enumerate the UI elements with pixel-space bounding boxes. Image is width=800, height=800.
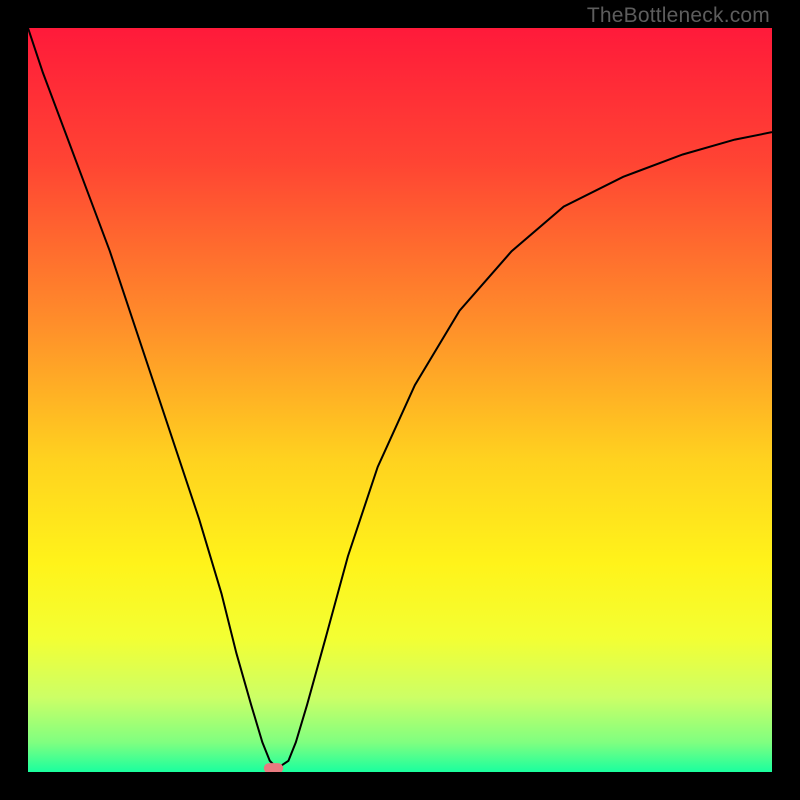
optimum-marker [264,763,283,772]
curve-layer [28,28,772,772]
chart-frame: TheBottleneck.com [0,0,800,800]
bottleneck-curve [28,28,772,768]
plot-area [28,28,772,772]
watermark-text: TheBottleneck.com [587,4,770,28]
